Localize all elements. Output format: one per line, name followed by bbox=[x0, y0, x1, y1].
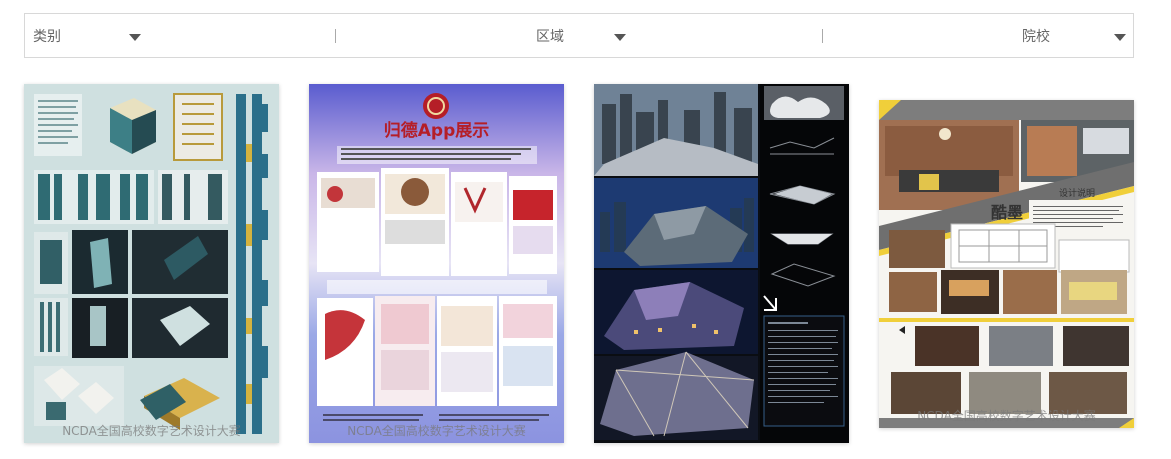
poster-thumbnail: 归德App展示 bbox=[309, 84, 564, 443]
work-card-1[interactable]: NCDA全国高校数字艺术设计大赛 bbox=[24, 84, 279, 443]
region-filter-label: 区域 bbox=[536, 28, 564, 45]
poster-title: 酷墨 bbox=[991, 203, 1023, 222]
chevron-down-icon bbox=[129, 34, 141, 41]
card-watermark: NCDA全国高校数字艺术设计大赛 bbox=[62, 424, 241, 438]
region-filter[interactable]: 区域 bbox=[536, 14, 816, 57]
poster-title: 归德App展示 bbox=[384, 120, 490, 141]
filter-bar: 类别 区域 院校 bbox=[24, 13, 1134, 58]
filter-divider bbox=[335, 29, 336, 43]
card-watermark: NCDA全国高校数字艺术设计大赛 bbox=[347, 424, 526, 438]
poster-thumbnail bbox=[594, 84, 849, 443]
poster-subtitle: 设计说明 bbox=[1059, 187, 1095, 199]
work-card-4[interactable]: 酷墨 设计说明 NCDA全国高校数字艺术设计大赛 bbox=[879, 100, 1134, 428]
card-watermark: NCDA全国高校数字艺术设计大赛 bbox=[917, 409, 1096, 423]
chevron-down-icon bbox=[614, 34, 626, 41]
poster-thumbnail bbox=[24, 84, 279, 443]
school-filter[interactable]: 院校 bbox=[1022, 14, 1134, 57]
category-filter-label: 类别 bbox=[33, 28, 61, 45]
chevron-down-icon bbox=[1114, 34, 1126, 41]
school-filter-label: 院校 bbox=[1022, 28, 1050, 45]
work-card-3[interactable] bbox=[594, 84, 849, 443]
poster-thumbnail: 酷墨 设计说明 bbox=[879, 100, 1134, 428]
filter-divider bbox=[822, 29, 823, 43]
category-filter[interactable]: 类别 bbox=[33, 14, 333, 57]
work-card-2[interactable]: 归德App展示 NCDA全国高校数字艺术设计大赛 bbox=[309, 84, 564, 443]
